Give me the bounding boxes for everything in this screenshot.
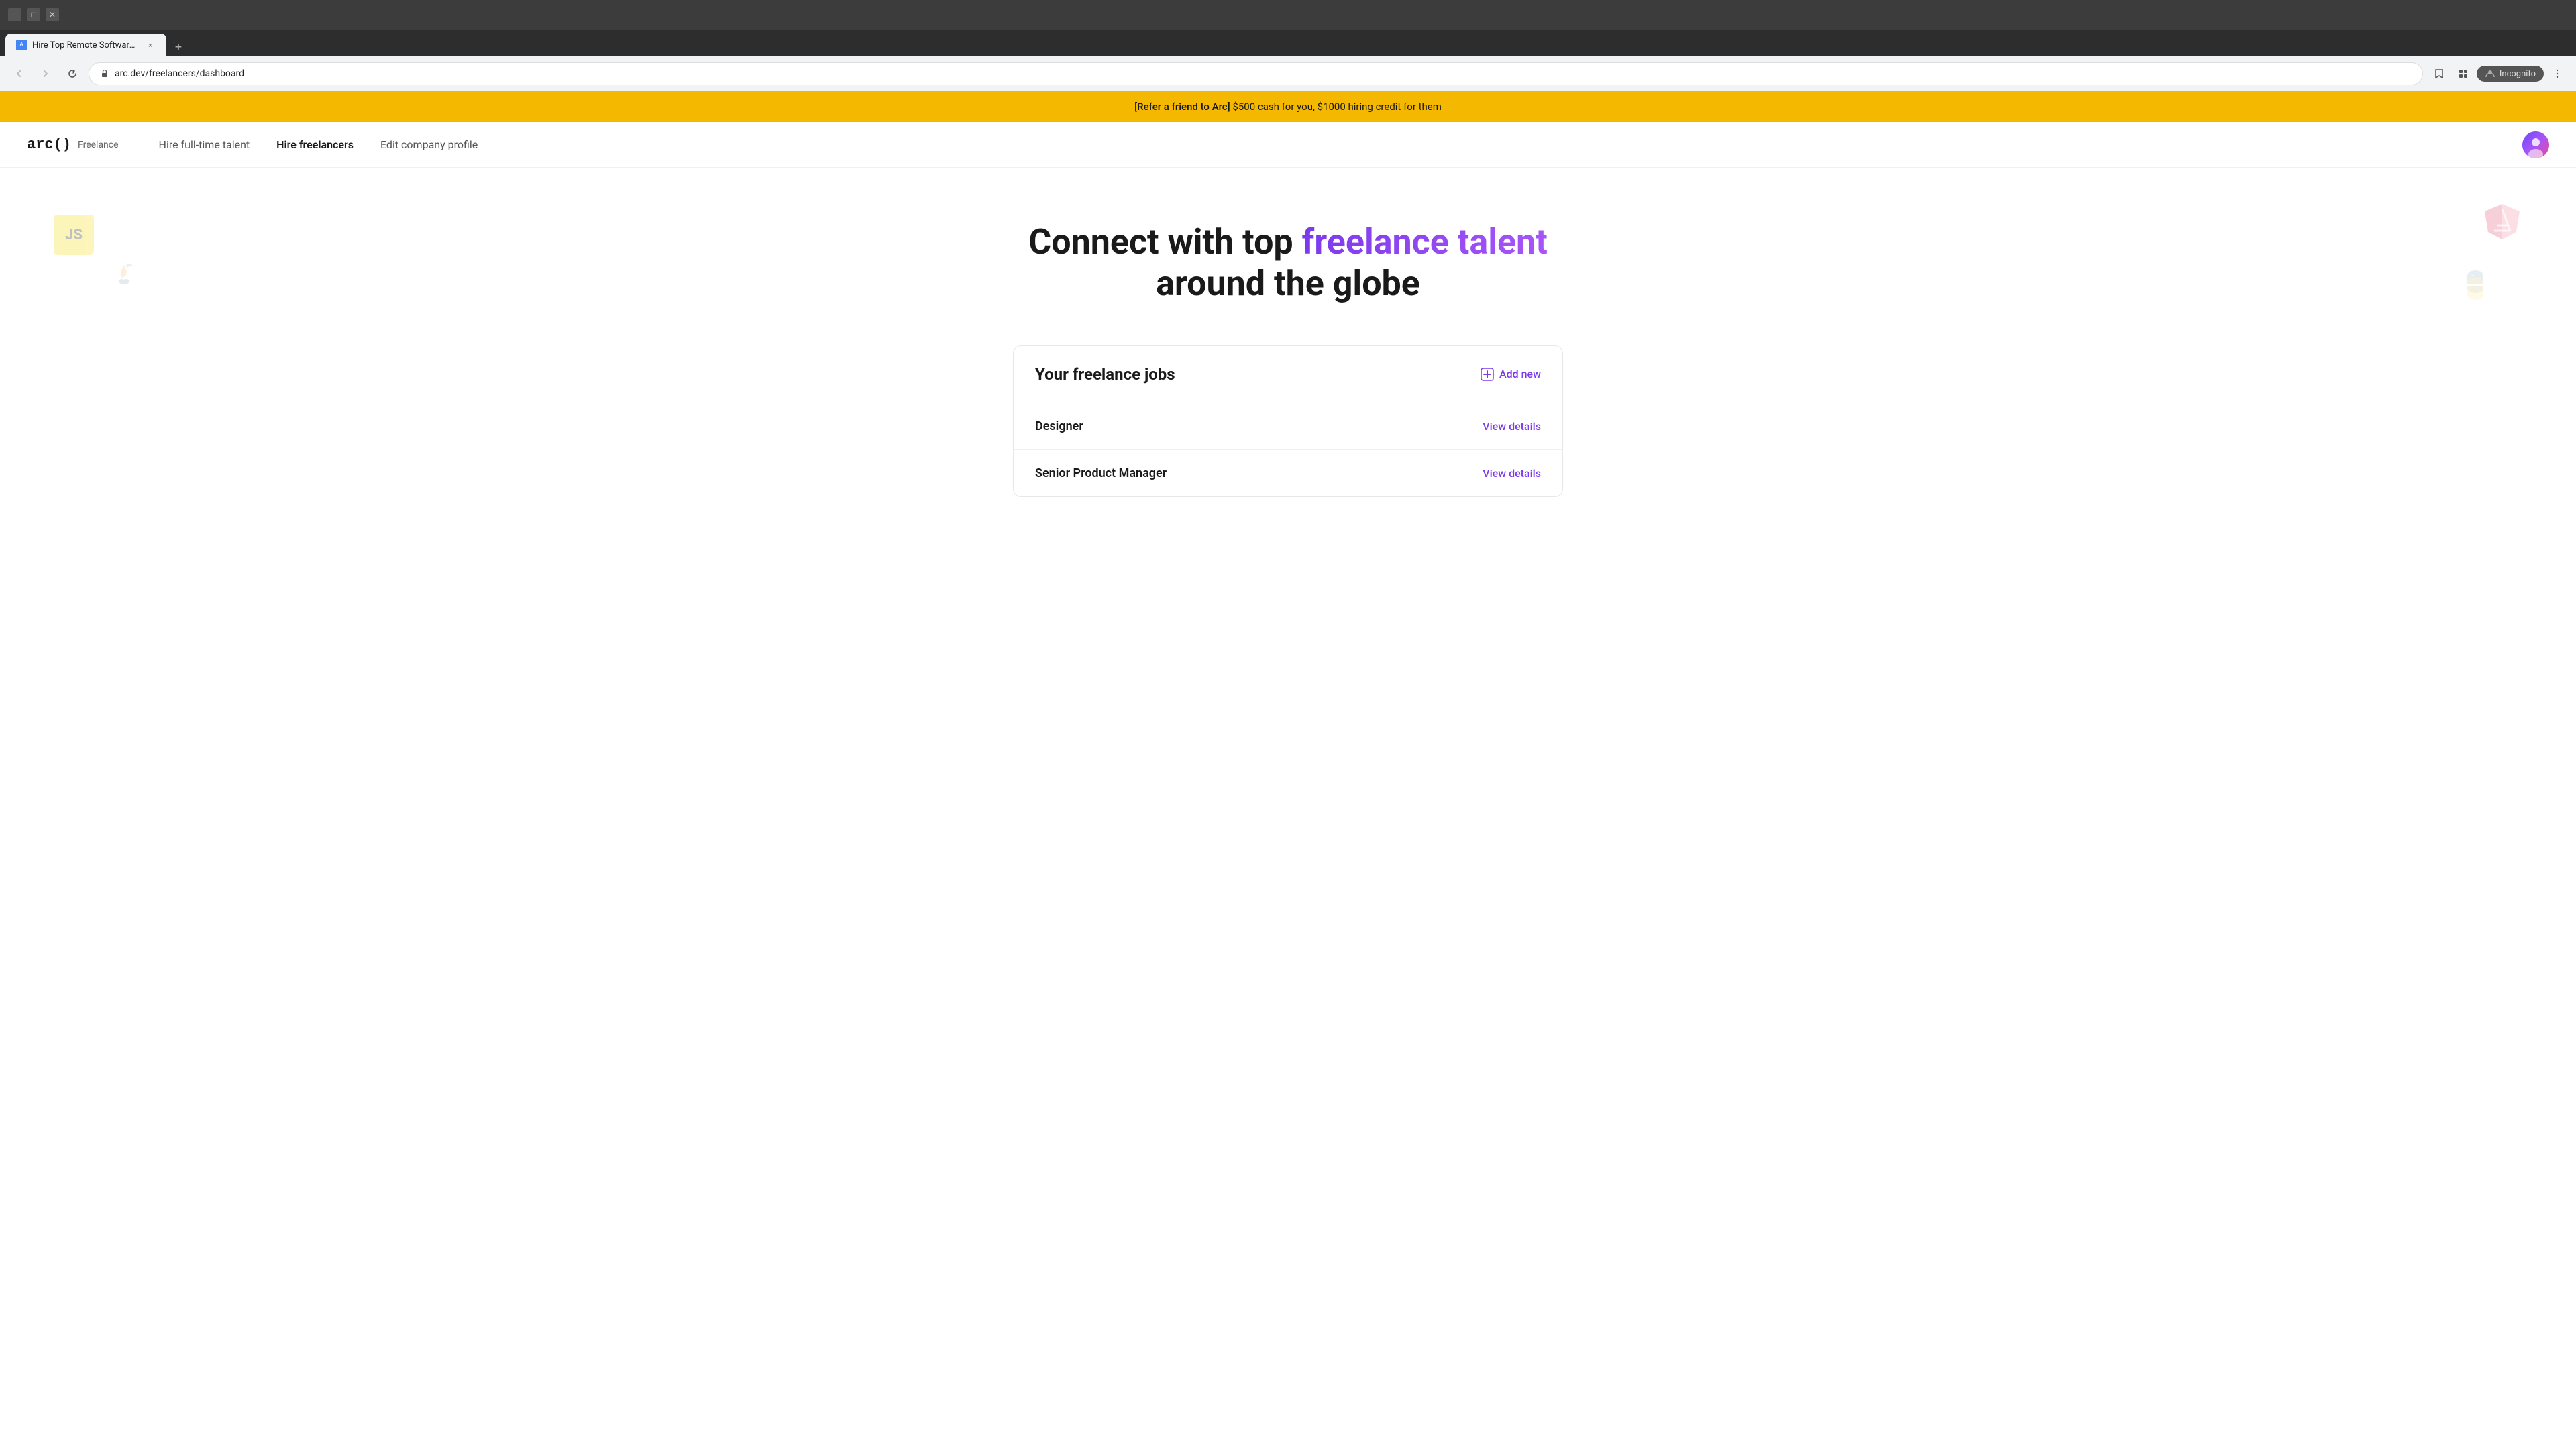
job-row-spm: Senior Product Manager View details (1014, 449, 1562, 496)
tab-title: Hire Top Remote Software Dev... (32, 40, 140, 50)
jobs-section: Your freelance jobs Add new Designer Vie… (986, 345, 1590, 537)
arc-logo: arc() (27, 136, 71, 153)
nav-links: Hire full-time talent Hire freelancers E… (159, 138, 2522, 151)
banner-text: $500 cash for you, $1000 hiring credit f… (1230, 101, 1442, 113)
hero-title-highlight: freelance talent (1302, 221, 1548, 262)
hero-section: JS Connect with top freela (0, 168, 2576, 345)
forward-button[interactable] (35, 63, 56, 85)
logo-label: Freelance (78, 140, 119, 150)
reload-button[interactable] (62, 63, 83, 85)
hero-title-end: around the globe (1156, 263, 1420, 304)
browser-toolbar: arc.dev/freelancers/dashboard Incognito (0, 56, 2576, 91)
java-icon (107, 258, 141, 292)
more-menu-button[interactable] (2546, 63, 2568, 85)
close-window-button[interactable]: ✕ (46, 8, 59, 21)
angular-icon (2482, 201, 2522, 241)
job-row-designer: Designer View details (1014, 402, 1562, 449)
job-name-spm: Senior Product Manager (1035, 466, 1167, 480)
add-new-label: Add new (1499, 368, 1541, 380)
nav-edit-company[interactable]: Edit company profile (380, 138, 478, 151)
incognito-label: Incognito (2500, 69, 2536, 79)
jobs-header: Your freelance jobs Add new (1014, 346, 1562, 402)
nav-hire-fulltime[interactable]: Hire full-time talent (159, 138, 250, 151)
avatar[interactable] (2522, 131, 2549, 158)
promo-banner: [Refer a friend to Arc] $500 cash for yo… (0, 91, 2576, 122)
site-logo[interactable]: arc() Freelance (27, 136, 119, 153)
view-details-designer[interactable]: View details (1483, 420, 1541, 433)
jobs-section-title: Your freelance jobs (1035, 365, 1175, 384)
lock-icon (100, 69, 109, 78)
incognito-icon (2485, 68, 2496, 79)
new-tab-button[interactable]: + (169, 38, 188, 56)
python-icon (2455, 265, 2496, 305)
title-bar: ─ □ ✕ (0, 0, 2576, 30)
job-name-designer: Designer (1035, 419, 1083, 433)
minimize-button[interactable]: ─ (8, 8, 21, 21)
page-content: [Refer a friend to Arc] $500 cash for yo… (0, 91, 2576, 537)
bookmark-button[interactable] (2428, 63, 2450, 85)
tab-favicon: A (16, 40, 27, 50)
back-button[interactable] (8, 63, 30, 85)
maximize-button[interactable]: □ (27, 8, 40, 21)
site-nav: arc() Freelance Hire full-time talent Hi… (0, 122, 2576, 168)
view-details-spm[interactable]: View details (1483, 467, 1541, 480)
browser-chrome: ─ □ ✕ A Hire Top Remote Software Dev... … (0, 0, 2576, 91)
incognito-badge[interactable]: Incognito (2477, 66, 2544, 82)
tabs-bar: A Hire Top Remote Software Dev... × + (0, 30, 2576, 56)
hero-title-start: Connect with top (1028, 221, 1301, 262)
toolbar-actions: Incognito (2428, 63, 2568, 85)
tab-close-button[interactable]: × (145, 40, 156, 50)
js-icon: JS (54, 215, 94, 255)
active-tab[interactable]: A Hire Top Remote Software Dev... × (5, 34, 166, 56)
hero-title: Connect with top freelance talent around… (986, 221, 1590, 305)
url-text: arc.dev/freelancers/dashboard (115, 68, 244, 79)
plus-icon (1481, 368, 1494, 381)
nav-hire-freelancers[interactable]: Hire freelancers (276, 138, 354, 151)
jobs-card: Your freelance jobs Add new Designer Vie… (1013, 345, 1563, 497)
referral-link[interactable]: [Refer a friend to Arc] (1134, 101, 1230, 113)
address-bar[interactable]: arc.dev/freelancers/dashboard (89, 62, 2423, 85)
window-controls: ─ □ ✕ (8, 8, 59, 21)
add-new-button[interactable]: Add new (1481, 368, 1541, 381)
extensions-button[interactable] (2453, 63, 2474, 85)
avatar-image (2522, 131, 2549, 158)
